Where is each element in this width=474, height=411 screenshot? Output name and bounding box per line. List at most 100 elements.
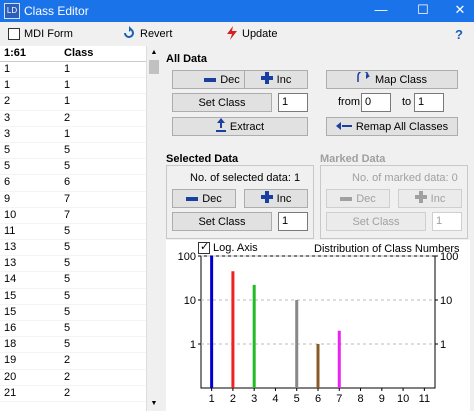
row-class-cell: 5 (64, 289, 71, 302)
y-tick-label-left: 10 (184, 295, 196, 307)
table-row[interactable]: 21 2 (0, 386, 146, 402)
class-table[interactable]: 1:61 Class 1 1 1 1 2 1 3 2 3 1 5 5 5 5 6 6 9 7 10 7 11 5 13 5 13… (0, 46, 160, 411)
extract-button[interactable]: Extract (172, 117, 308, 136)
scroll-down-icon[interactable]: ▼ (147, 397, 161, 411)
map-class-label: Map Class (375, 73, 427, 86)
marked-set-class-input[interactable]: 1 (432, 212, 462, 231)
row-count-cell: 1 (4, 63, 11, 75)
revert-icon (122, 25, 136, 43)
row-count-cell: 3 (4, 111, 11, 124)
row-count-cell: 21 (4, 386, 17, 399)
row-class-cell: 5 (64, 338, 71, 351)
x-tick-label: 2 (230, 393, 236, 405)
table-row[interactable]: 21 (0, 94, 146, 111)
row-count-cell: 9 (4, 192, 11, 205)
table-row[interactable]: 15 5 (0, 289, 146, 305)
row-class-cell: 1 (64, 79, 71, 92)
row-count-cell: 2 (4, 95, 11, 108)
selected-inc-button[interactable]: Inc (244, 189, 308, 208)
header-class: Class (64, 47, 94, 59)
y-tick-label-right: 100 (440, 251, 458, 263)
table-row[interactable]: 19 2 (0, 353, 146, 370)
scroll-thumb[interactable] (149, 60, 159, 74)
x-tick-label: 5 (294, 393, 300, 405)
to-input[interactable]: 1 (414, 93, 444, 112)
x-tick-label: 10 (397, 393, 409, 405)
revert-label: Revert (140, 28, 173, 40)
mdi-form-toggle[interactable]: MDI Form (8, 26, 73, 42)
help-icon[interactable]: ? (455, 26, 463, 42)
extract-label: Extract (229, 120, 265, 133)
scroll-up-icon[interactable]: ▲ (147, 46, 161, 60)
x-tick-label: 3 (251, 393, 257, 405)
table-row[interactable]: 18 5 (0, 337, 146, 354)
selected-set-class-input[interactable]: 1 (278, 212, 308, 231)
row-class-cell: 6 (64, 176, 71, 189)
close-button[interactable]: ✕ (446, 0, 474, 22)
maximize-button[interactable]: ☐ (409, 0, 437, 22)
x-tick-label: 7 (336, 393, 342, 405)
update-button[interactable]: Update (226, 25, 278, 43)
minimize-button[interactable]: — (367, 0, 395, 22)
row-count-cell: 19 (4, 354, 17, 367)
y-tick-label-left: 100 (178, 251, 196, 263)
table-row[interactable]: 55 (0, 143, 146, 160)
marked-dec-label: Dec (356, 192, 376, 205)
plus-icon (260, 191, 273, 206)
table-row[interactable]: 11 (0, 78, 146, 95)
plus-icon (260, 72, 273, 87)
table-row[interactable]: 55 (0, 159, 146, 176)
row-count-cell: 16 (4, 322, 17, 334)
selected-set-class-button[interactable]: Set Class (172, 212, 272, 231)
table-body: 1 1 1 1 2 1 3 2 3 1 5 5 5 5 6 6 9 7 10 7 11 5 13 5 13 5 14 5 15 5 15 5 1… (0, 62, 146, 402)
marked-set-class-button[interactable]: Set Class (326, 212, 426, 231)
header-count: 1:61 (4, 47, 27, 59)
table-row[interactable]: 31 (0, 127, 146, 143)
update-icon (226, 25, 238, 43)
row-count-cell: 11 (4, 224, 16, 237)
title-bar: LD Class Editor — ☐ ✕ (0, 0, 474, 22)
table-row[interactable]: 14 5 (0, 272, 146, 289)
table-scrollbar[interactable]: ▲ ▼ (146, 46, 160, 411)
row-count-cell: 6 (4, 176, 11, 189)
row-count-cell: 10 (4, 208, 17, 221)
table-row[interactable]: 15 5 (0, 305, 146, 321)
marked-inc-button[interactable]: Inc (398, 189, 462, 208)
from-input[interactable]: 0 (361, 93, 391, 112)
update-label: Update (242, 28, 278, 40)
row-class-cell: 2 (64, 370, 71, 383)
table-row[interactable]: 11 (0, 62, 146, 79)
row-count-cell: 3 (4, 127, 11, 140)
table-row[interactable]: 13 5 (0, 240, 146, 257)
toolbar: MDI Form Revert Update ? (0, 22, 474, 46)
table-row[interactable]: 97 (0, 192, 146, 208)
row-class-cell: 5 (64, 305, 71, 318)
row-class-cell: 5 (64, 143, 71, 156)
all-data-title: All Data (166, 53, 207, 65)
all-set-class-button[interactable]: Set Class (172, 93, 272, 112)
row-class-cell: 7 (64, 192, 71, 205)
table-row[interactable]: 32 (0, 111, 146, 127)
remap-label: Remap All Classes (355, 120, 449, 133)
map-class-button[interactable]: Map Class (326, 70, 458, 89)
table-row[interactable]: 10 7 (0, 208, 146, 224)
table-row[interactable]: 16 5 (0, 321, 146, 338)
table-row[interactable]: 11 5 (0, 224, 146, 241)
x-tick-label: 6 (315, 393, 321, 405)
selected-dec-button[interactable]: Dec (172, 189, 236, 208)
row-class-cell: 5 (64, 160, 71, 173)
all-set-class-input[interactable]: 1 (278, 93, 308, 112)
plus-icon (414, 191, 427, 206)
table-row[interactable]: 13 5 (0, 256, 146, 273)
marked-dec-button[interactable]: Dec (326, 189, 390, 208)
to-label: to (402, 96, 412, 108)
mdi-form-checkbox[interactable] (8, 28, 20, 40)
marked-inc-label: Inc (430, 192, 446, 205)
all-inc-button[interactable]: Inc (244, 70, 308, 89)
revert-button[interactable]: Revert (122, 25, 173, 43)
extract-icon (215, 118, 226, 135)
from-label: from (338, 96, 360, 108)
table-row[interactable]: 66 (0, 175, 146, 192)
table-row[interactable]: 20 2 (0, 370, 146, 386)
remap-button[interactable]: Remap All Classes (326, 117, 458, 136)
